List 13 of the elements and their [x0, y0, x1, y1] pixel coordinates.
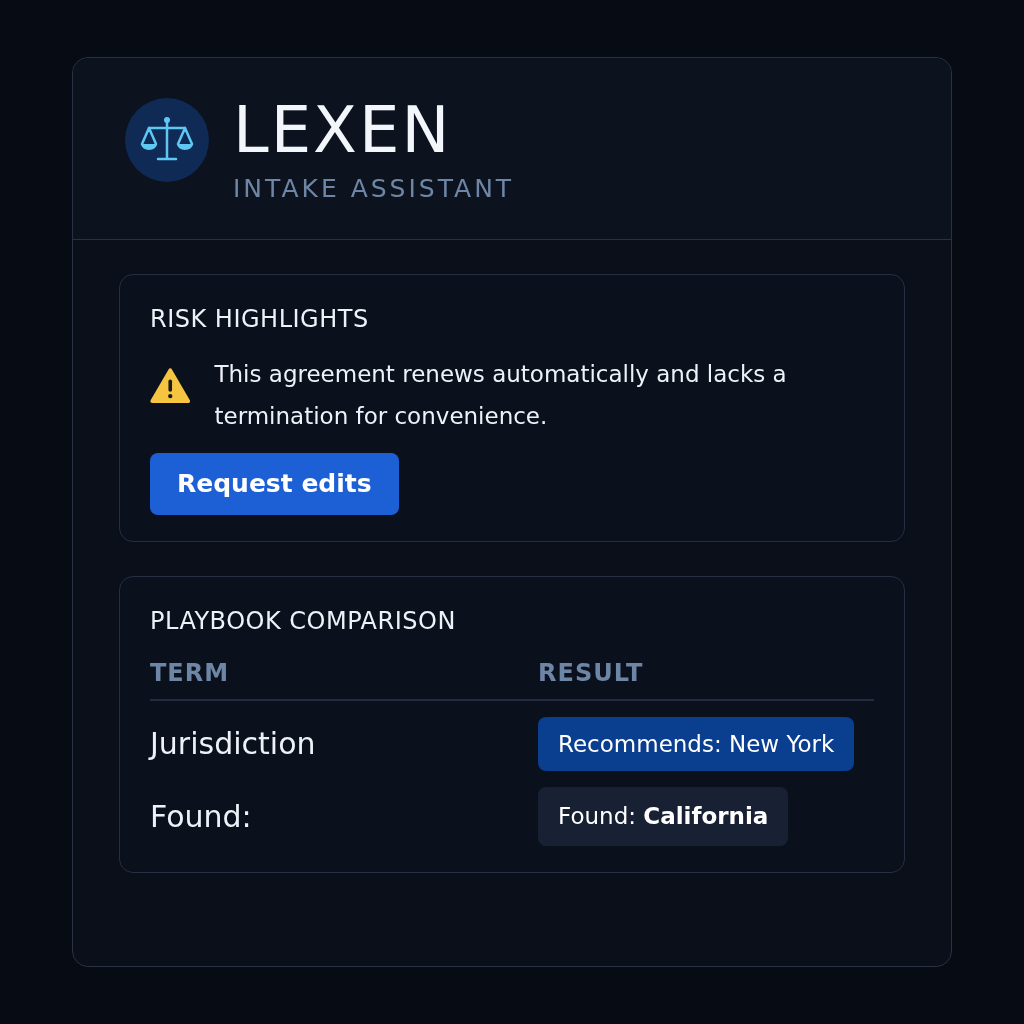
- column-header: TERM: [150, 657, 231, 689]
- request-edits-button[interactable]: Request edits: [150, 453, 399, 515]
- risk-message: This agreement renews automatically and lacks a termination for convenience.: [214, 360, 788, 431]
- scales-logo-icon: [125, 98, 209, 182]
- found-badge: Found: California: [538, 787, 789, 846]
- app-subtitle: INTAKE ASSISTANT: [233, 173, 515, 205]
- column-header: RESULT: [538, 657, 644, 689]
- recommendation-badge: Recommends: New York: [538, 716, 855, 771]
- card-title: RISK HIGHLIGHTS: [150, 304, 370, 335]
- term-label: Found:: [150, 797, 253, 836]
- app-name: LEXEN: [233, 98, 453, 162]
- term-label: Jurisdiction: [150, 725, 317, 764]
- card-title: PLAYBOOK COMPARISON: [150, 605, 457, 637]
